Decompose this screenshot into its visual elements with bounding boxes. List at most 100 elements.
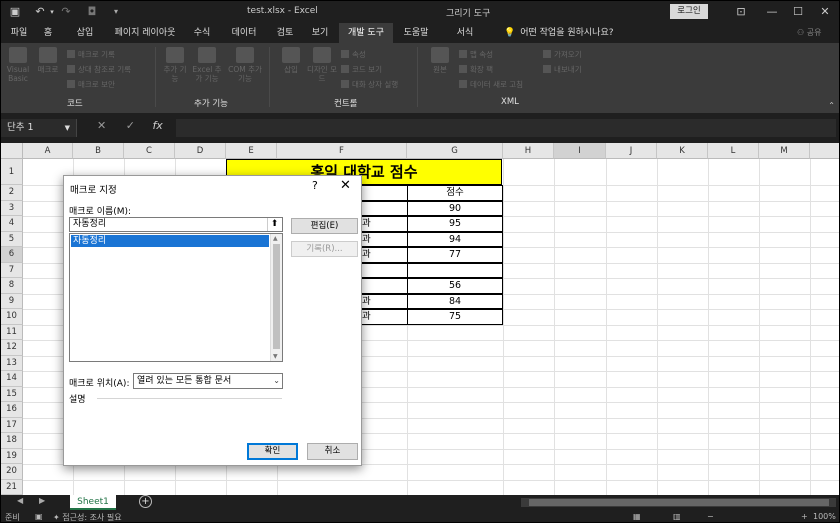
prev-sheet-icon[interactable]: ◀ [17,496,23,505]
close-window-icon[interactable]: ✕ [814,4,836,19]
score-header-cell[interactable]: 점수 [407,185,503,201]
score-cell[interactable]: 94 [407,231,503,247]
score-cell[interactable]: 75 [407,309,503,325]
scrollbar-thumb[interactable] [529,499,829,506]
row-header[interactable]: 7 [1,262,23,278]
tab-file[interactable]: 파일 [5,23,33,43]
column-header-k[interactable]: K [657,143,708,159]
row-header[interactable]: 11 [1,324,23,340]
vertical-scrollbar[interactable]: ▲ ▼ [270,234,282,361]
row-header[interactable]: 15 [1,386,23,402]
relative-references-button[interactable]: 상대 참조로 기록 [67,64,131,75]
zoom-out-icon[interactable]: − [707,512,714,521]
login-button[interactable]: 로그인 [670,4,708,19]
collapse-ribbon-icon[interactable]: ⌃ [828,101,835,110]
run-dialog-button[interactable]: 대화 상자 실행 [341,79,398,90]
column-header-j[interactable]: J [606,143,657,159]
view-code-button[interactable]: 코드 보기 [341,64,382,75]
help-icon[interactable]: ? [312,179,318,192]
tab-review[interactable]: 검토 [271,23,299,43]
row-header[interactable]: 18 [1,433,23,449]
list-item[interactable]: 자동정리 [71,235,269,247]
camera-icon[interactable]: ◘ [85,5,99,19]
refresh-data-button[interactable]: 데이터 새로 고침 [459,79,523,90]
row-header[interactable]: 16 [1,402,23,418]
column-header-c[interactable]: C [124,143,175,159]
horizontal-scrollbar[interactable] [521,498,836,507]
tab-formulas[interactable]: 수식 [188,23,216,43]
row-header[interactable]: 2 [1,185,23,201]
ribbon-options-icon[interactable]: ⊡ [730,4,752,19]
import-button[interactable]: 가져오기 [543,49,582,60]
column-header-m[interactable]: M [759,143,810,159]
row-header[interactable]: 6 [1,247,23,263]
score-cell[interactable]: 90 [407,200,503,216]
macro-list[interactable]: 자동정리 ▲ ▼ [69,233,283,362]
map-properties-button[interactable]: 맵 속성 [459,49,493,60]
score-cell[interactable]: 95 [407,216,503,232]
row-header[interactable]: 1 [1,159,23,185]
score-cell[interactable]: 56 [407,278,503,294]
close-icon[interactable]: ✕ [340,178,351,193]
save-icon[interactable]: ▣ [8,5,22,19]
macro-name-input[interactable]: 자동정리 ⬆ [69,217,283,232]
select-all-corner[interactable] [1,143,23,159]
row-header[interactable]: 3 [1,200,23,216]
tab-data[interactable]: 데이터 [227,23,261,43]
column-header-e[interactable]: E [226,143,277,159]
redo-icon[interactable]: ↷ [59,5,73,19]
ok-button[interactable]: 확인 [247,443,298,460]
add-sheet-icon[interactable]: + [139,495,152,508]
formula-input[interactable] [176,119,836,137]
chevron-down-icon[interactable]: ⌄ [273,374,280,388]
normal-view-icon[interactable]: ▦ [633,512,641,521]
column-header-b[interactable]: B [73,143,124,159]
scroll-up-icon[interactable]: ▲ [273,235,278,242]
row-header[interactable]: 14 [1,371,23,387]
column-header-n[interactable] [810,143,839,159]
macro-record-icon[interactable]: ▣ [35,512,43,521]
tab-help[interactable]: 도움말 [397,23,435,43]
macros-button[interactable]: 매크로 [33,47,63,74]
tab-home[interactable]: 홈 [37,23,59,43]
row-header[interactable]: 13 [1,355,23,371]
row-header[interactable]: 20 [1,464,23,480]
design-mode-button[interactable]: 디자인 모드 [307,47,337,83]
tab-insert[interactable]: 삽입 [71,23,99,43]
scroll-down-icon[interactable]: ▼ [273,353,278,360]
accessibility-status[interactable]: ✦ 접근성: 조사 필요 [53,512,122,522]
com-addins-button[interactable]: COM 추가 기능 [227,47,263,83]
row-header[interactable]: 4 [1,216,23,232]
column-header-l[interactable]: L [708,143,759,159]
minimize-icon[interactable]: — [761,4,783,19]
name-box[interactable]: 단추 1 ▼ [1,119,77,137]
row-header[interactable]: 5 [1,231,23,247]
tab-page-layout[interactable]: 페이지 레이아웃 [107,23,183,43]
row-header[interactable]: 17 [1,417,23,433]
maximize-icon[interactable]: ☐ [787,4,809,19]
visual-basic-button[interactable]: Visual Basic [5,47,31,83]
properties-button[interactable]: 속성 [341,49,366,60]
record-macro-button[interactable]: 매크로 기록 [67,49,115,60]
edit-button[interactable]: 편집(E) [291,218,358,234]
column-header-a[interactable]: A [23,143,73,159]
zoom-level[interactable]: 100% [813,512,836,521]
expansion-packs-button[interactable]: 확장 팩 [459,64,493,75]
cancel-button[interactable]: 취소 [307,443,358,460]
undo-dropdown-icon[interactable]: ▾ [45,5,59,19]
page-layout-view-icon[interactable]: ▥ [673,512,681,521]
addins-button[interactable]: 추가 기능 [161,47,189,83]
row-header[interactable]: 10 [1,309,23,325]
tab-developer[interactable]: 개발 도구 [339,23,393,43]
column-header-g[interactable]: G [407,143,503,159]
upload-icon[interactable]: ⬆ [267,218,281,231]
score-cell[interactable] [407,262,503,278]
zoom-in-icon[interactable]: + [801,512,808,521]
score-cell[interactable]: 77 [407,247,503,263]
insert-function-icon[interactable]: fx [152,119,162,132]
column-header-h[interactable]: H [503,143,554,159]
cancel-icon[interactable]: ✕ [97,119,106,132]
record-button[interactable]: 기록(R)... [291,241,358,257]
row-header[interactable]: 8 [1,278,23,294]
row-header[interactable]: 12 [1,340,23,356]
